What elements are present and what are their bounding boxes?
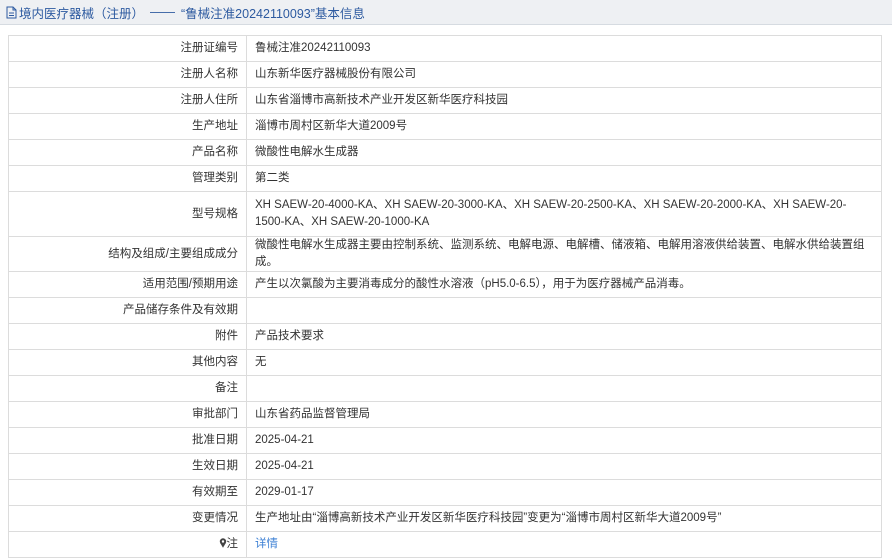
row-value: 产品技术要求 <box>246 323 882 350</box>
row-label: 生产地址 <box>8 113 247 140</box>
info-table-container: 注册证编号 鲁械注准20242110093 注册人名称 山东新华医疗器械股份有限公司… <box>8 35 882 558</box>
row-value: 无 <box>246 349 882 376</box>
table-row: 生效日期 2025-04-21 <box>8 453 882 480</box>
row-value: XH SAEW-20-4000-KA、XH SAEW-20-3000-KA、XH… <box>246 191 882 237</box>
row-value: 2025-04-21 <box>246 427 882 454</box>
row-value: 山东省淄博市高新技术产业开发区新华医疗科技园 <box>246 87 882 114</box>
row-value: 生产地址由“淄博高新技术产业开发区新华医疗科技园”变更为“淄博市周村区新华大道2… <box>246 505 882 532</box>
table-row: 变更情况 生产地址由“淄博高新技术产业开发区新华医疗科技园”变更为“淄博市周村区新… <box>8 505 882 532</box>
row-value: 微酸性电解水生成器主要由控制系统、监测系统、电解电源、电解槽、储液箱、电解用溶液… <box>246 236 882 272</box>
row-value: 第二类 <box>246 165 882 192</box>
table-row: 注册人名称 山东新华医疗器械股份有限公司 <box>8 61 882 88</box>
header-title: “鲁械注准20242110093”基本信息 <box>181 6 365 21</box>
row-value: 微酸性电解水生成器 <box>246 139 882 166</box>
table-row: 附件 产品技术要求 <box>8 323 882 350</box>
header-separator: —— <box>150 5 176 19</box>
table-row: 适用范围/预期用途 产生以次氯酸为主要消毒成分的酸性水溶液（pH5.0-6.5），… <box>8 271 882 298</box>
row-label: 产品储存条件及有效期 <box>8 297 247 324</box>
row-value: 2029-01-17 <box>246 479 882 506</box>
row-label: 备注 <box>8 375 247 402</box>
header-category: 境内医疗器械（注册） <box>19 6 145 21</box>
row-value: 山东省药品监督管理局 <box>246 401 882 428</box>
row-label: 变更情况 <box>8 505 247 532</box>
pin-icon <box>219 538 226 548</box>
table-row: 审批部门 山东省药品监督管理局 <box>8 401 882 428</box>
table-row: 管理类别 第二类 <box>8 165 882 192</box>
page-header: 境内医疗器械（注册） —— “鲁械注准20242110093”基本信息 <box>0 0 892 25</box>
row-label: 生效日期 <box>8 453 247 480</box>
table-row: 注册证编号 鲁械注准20242110093 <box>8 35 882 62</box>
row-label: 注册人名称 <box>8 61 247 88</box>
table-row: 产品储存条件及有效期 <box>8 297 882 324</box>
row-label: 其他内容 <box>8 349 247 376</box>
row-value: 鲁械注准20242110093 <box>246 35 882 62</box>
table-row: 型号规格 XH SAEW-20-4000-KA、XH SAEW-20-3000-K… <box>8 191 882 237</box>
row-label: 有效期至 <box>8 479 247 506</box>
row-label: 管理类别 <box>8 165 247 192</box>
info-table: 注册证编号 鲁械注准20242110093 注册人名称 山东新华医疗器械股份有限公司… <box>8 35 882 558</box>
row-label: 注册人住所 <box>8 87 247 114</box>
table-row: 备注 <box>8 375 882 402</box>
row-label: 批准日期 <box>8 427 247 454</box>
note-label: 注 <box>226 538 239 550</box>
row-value <box>246 375 882 402</box>
table-row: 其他内容无 <box>8 349 882 376</box>
row-label: 适用范围/预期用途 <box>8 271 247 298</box>
row-label: 结构及组成/主要组成成分 <box>8 236 247 272</box>
row-label: 产品名称 <box>8 139 247 166</box>
table-row: 批准日期 2025-04-21 <box>8 427 882 454</box>
note-label-cell: 注 <box>8 531 247 558</box>
note-value-cell: 详情 <box>246 531 882 558</box>
row-value <box>246 297 882 324</box>
table-row: 结构及组成/主要组成成分 微酸性电解水生成器主要由控制系统、监测系统、电解电源、电… <box>8 236 882 272</box>
row-label: 附件 <box>8 323 247 350</box>
table-row: 生产地址 淄博市周村区新华大道2009号 <box>8 113 882 140</box>
note-row: 注 详情 <box>8 531 882 558</box>
row-value: 山东新华医疗器械股份有限公司 <box>246 61 882 88</box>
row-label: 审批部门 <box>8 401 247 428</box>
table-row: 产品名称 微酸性电解水生成器 <box>8 139 882 166</box>
row-value: 2025-04-21 <box>246 453 882 480</box>
row-label: 型号规格 <box>8 191 247 237</box>
row-label: 注册证编号 <box>8 35 247 62</box>
row-value: 产生以次氯酸为主要消毒成分的酸性水溶液（pH5.0-6.5），用于为医疗器械产品… <box>246 271 882 298</box>
row-value: 淄博市周村区新华大道2009号 <box>246 113 882 140</box>
table-row: 有效期至 2029-01-17 <box>8 479 882 506</box>
details-link[interactable]: 详情 <box>255 538 278 550</box>
table-row: 注册人住所 山东省淄博市高新技术产业开发区新华医疗科技园 <box>8 87 882 114</box>
document-icon <box>6 6 17 18</box>
